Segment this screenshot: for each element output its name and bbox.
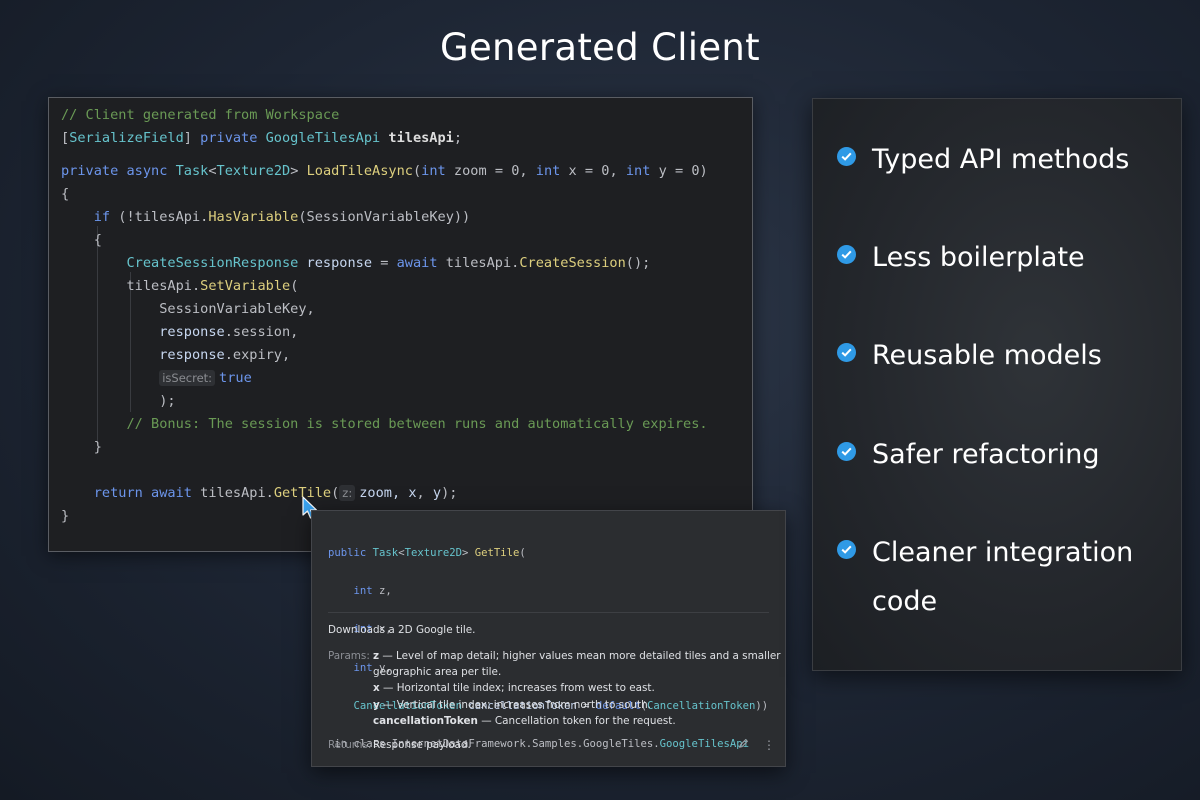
param-z: z — Level of map detail; higher values m… (373, 650, 781, 662)
method-signature: public Task<Texture2D> GetTile( int z, i… (328, 547, 769, 750)
code-line-1: // Client generated from Workspace (61, 107, 340, 123)
feature-label: Typed API methods (872, 144, 1130, 175)
code-line-14: // Bonus: The session is stored between … (126, 416, 708, 432)
param-x: x — Horizontal tile index; increases fro… (373, 682, 655, 694)
feature-label: Cleaner integration code (872, 537, 1134, 617)
code-line-6: { (93, 232, 102, 248)
feature-item: Reusable models (837, 331, 1102, 380)
more-vertical-icon[interactable]: ⋮ (763, 738, 775, 752)
code-line-4: { (61, 186, 70, 202)
code-line-8: tilesApi.SetVariable( (126, 278, 299, 294)
popup-divider (328, 612, 769, 613)
feature-panel: Typed API methods Less boilerplate Reusa… (812, 98, 1182, 671)
code-line-11: response.expiry, (159, 347, 291, 363)
popup-actions: ⋮ (738, 738, 775, 752)
code-lines: // Client generated from Workspace [Seri… (61, 104, 708, 524)
feature-item: Less boilerplate (837, 233, 1085, 282)
param-y: y — Vertical tile index; increases from … (373, 699, 651, 711)
check-circle-icon (837, 442, 856, 461)
code-editor[interactable]: // Client generated from Workspace [Seri… (48, 97, 753, 552)
code-line-7: CreateSessionResponse response = await t… (126, 255, 651, 271)
parameter-hint: z: (339, 485, 356, 501)
param-z-cont: geographic area per tile. (373, 666, 502, 678)
code-line-16: return await tilesApi.GetTile(z: zoom, x,… (93, 485, 458, 501)
check-circle-icon (837, 540, 856, 559)
code-line-10: response.session, (159, 324, 299, 340)
code-line-9: SessionVariableKey, (159, 301, 315, 317)
code-line-13: ); (159, 393, 176, 409)
feature-label: Reusable models (872, 340, 1102, 371)
returns-text: Response payload. (373, 739, 471, 751)
code-line-17: } (61, 508, 70, 524)
feature-label: Less boilerplate (872, 242, 1085, 273)
returns-label: Returns: (328, 739, 372, 751)
params-label: Params: (328, 650, 370, 662)
code-line-2: [SerializeField] private GoogleTilesApi … (61, 130, 463, 146)
check-circle-icon (837, 245, 856, 264)
pencil-icon[interactable] (738, 738, 753, 752)
check-circle-icon (837, 343, 856, 362)
method-description: Downloads a 2D Google tile. (328, 624, 476, 636)
page-title: Generated Client (440, 26, 760, 69)
code-line-3: private async Task<Texture2D> LoadTileAs… (61, 163, 708, 179)
code-line-5: if (!tilesApi.HasVariable(SessionVariabl… (93, 209, 471, 225)
check-circle-icon (837, 147, 856, 166)
feature-item: Cleaner integration code (837, 528, 1147, 626)
code-line-15: } (93, 439, 102, 455)
feature-label: Safer refactoring (872, 439, 1100, 470)
feature-item: Typed API methods (837, 135, 1129, 184)
param-cancellation-token: cancellationToken — Cancellation token f… (373, 715, 676, 727)
parameter-hint: isSecret: (159, 370, 216, 386)
code-line-12: isSecret: true (61, 367, 252, 389)
quick-documentation-popup[interactable]: public Task<Texture2D> GetTile( int z, i… (311, 510, 786, 767)
feature-item: Safer refactoring (837, 430, 1099, 479)
